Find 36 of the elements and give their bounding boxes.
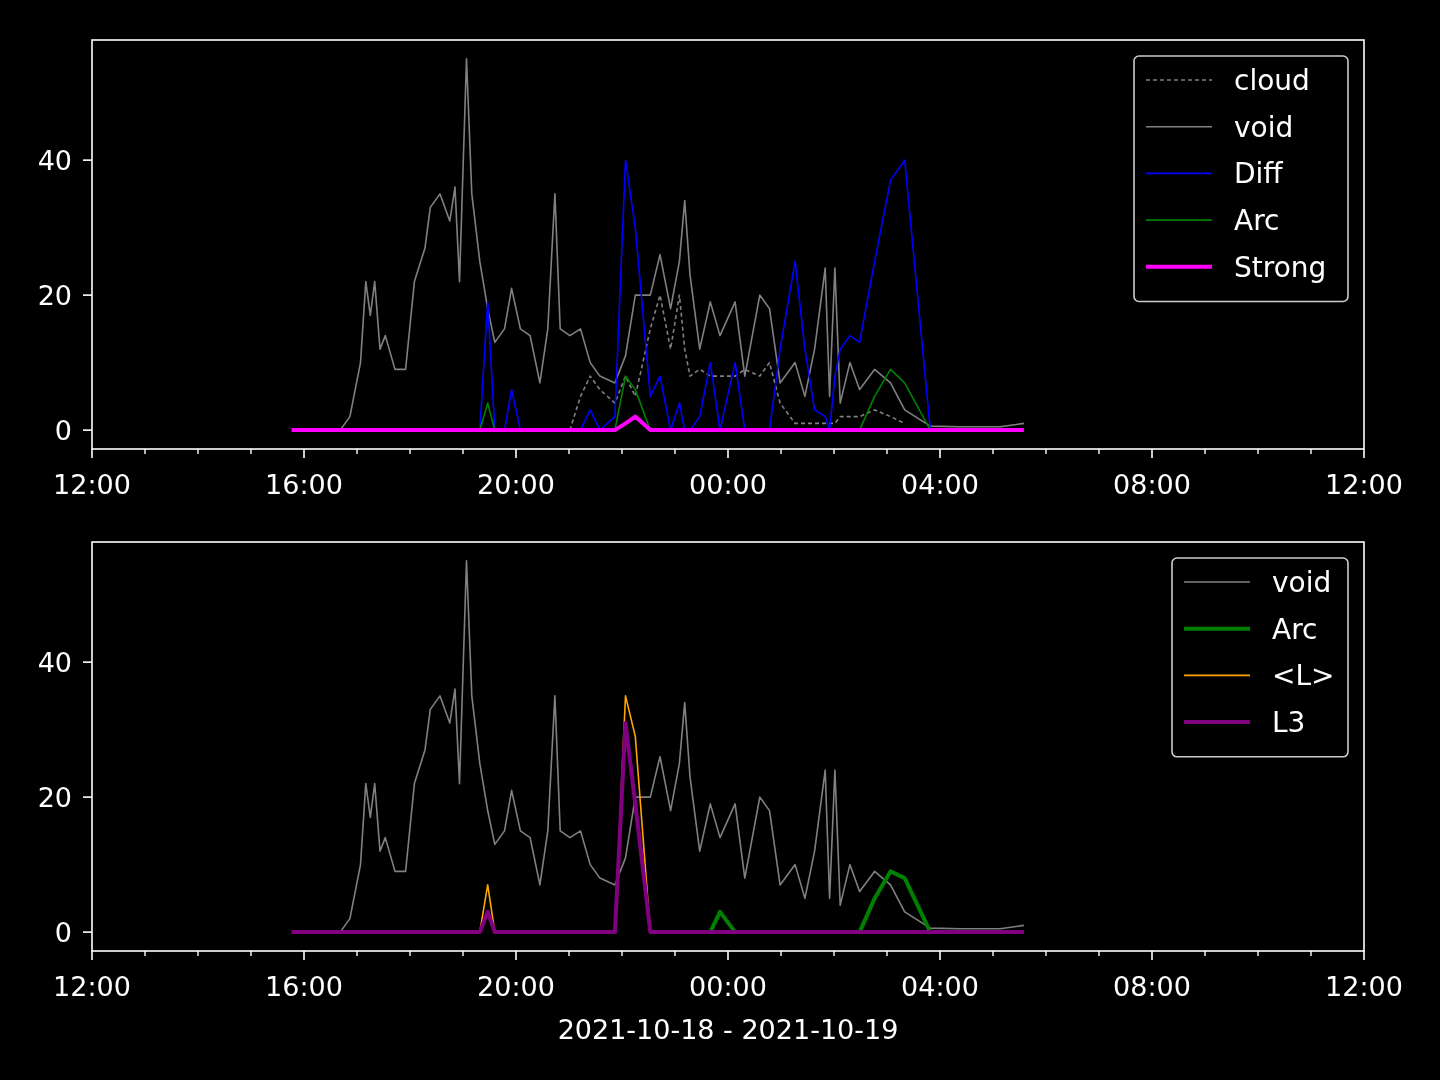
legend-label: <L>: [1272, 659, 1335, 693]
tick-label: 12:00: [53, 469, 131, 500]
tick-label: 40: [37, 647, 72, 679]
tick-label: 20:00: [477, 971, 555, 1002]
legend-label: cloud: [1234, 64, 1310, 97]
tick-label: 0: [54, 917, 72, 949]
legend-swatch-icon: [1184, 720, 1250, 725]
legend-swatch-icon: [1183, 674, 1251, 677]
tick-label: 16:00: [265, 469, 343, 500]
tick-label: 12:00: [1325, 469, 1403, 500]
tick-label: 00:00: [689, 469, 767, 500]
legend-label: Strong: [1234, 250, 1327, 284]
legend-label: void: [1272, 566, 1332, 599]
legend-label: void: [1234, 110, 1294, 144]
tick-label: 20: [37, 280, 72, 312]
legend-swatch-icon: [1145, 125, 1213, 128]
tick-label: 12:00: [1325, 971, 1403, 1002]
tick-label: 08:00: [1113, 469, 1191, 500]
tick-label: 04:00: [901, 469, 979, 500]
tick-label: 12:00: [53, 971, 131, 1002]
legend-swatch-icon: [1145, 172, 1213, 175]
tick-label: 16:00: [265, 971, 343, 1002]
tick-label: 40: [37, 145, 72, 177]
legend-label: Arc: [1272, 612, 1318, 646]
tick-label: 00:00: [689, 971, 767, 1002]
tick-label: 04:00: [901, 971, 979, 1002]
legend-label: Arc: [1234, 204, 1280, 238]
tick-label: 20: [37, 782, 72, 814]
tick-label: 20:00: [477, 469, 555, 500]
legend-swatch-icon: [1184, 626, 1250, 631]
tick-label: 0: [54, 415, 72, 447]
legend-label: L3: [1272, 706, 1306, 740]
legend-swatch-icon: [1146, 264, 1212, 269]
tick-label: 08:00: [1113, 971, 1191, 1002]
legend-label: Diff: [1234, 157, 1283, 191]
axis-label: 2021-10-18 - 2021-10-19: [557, 1014, 899, 1045]
